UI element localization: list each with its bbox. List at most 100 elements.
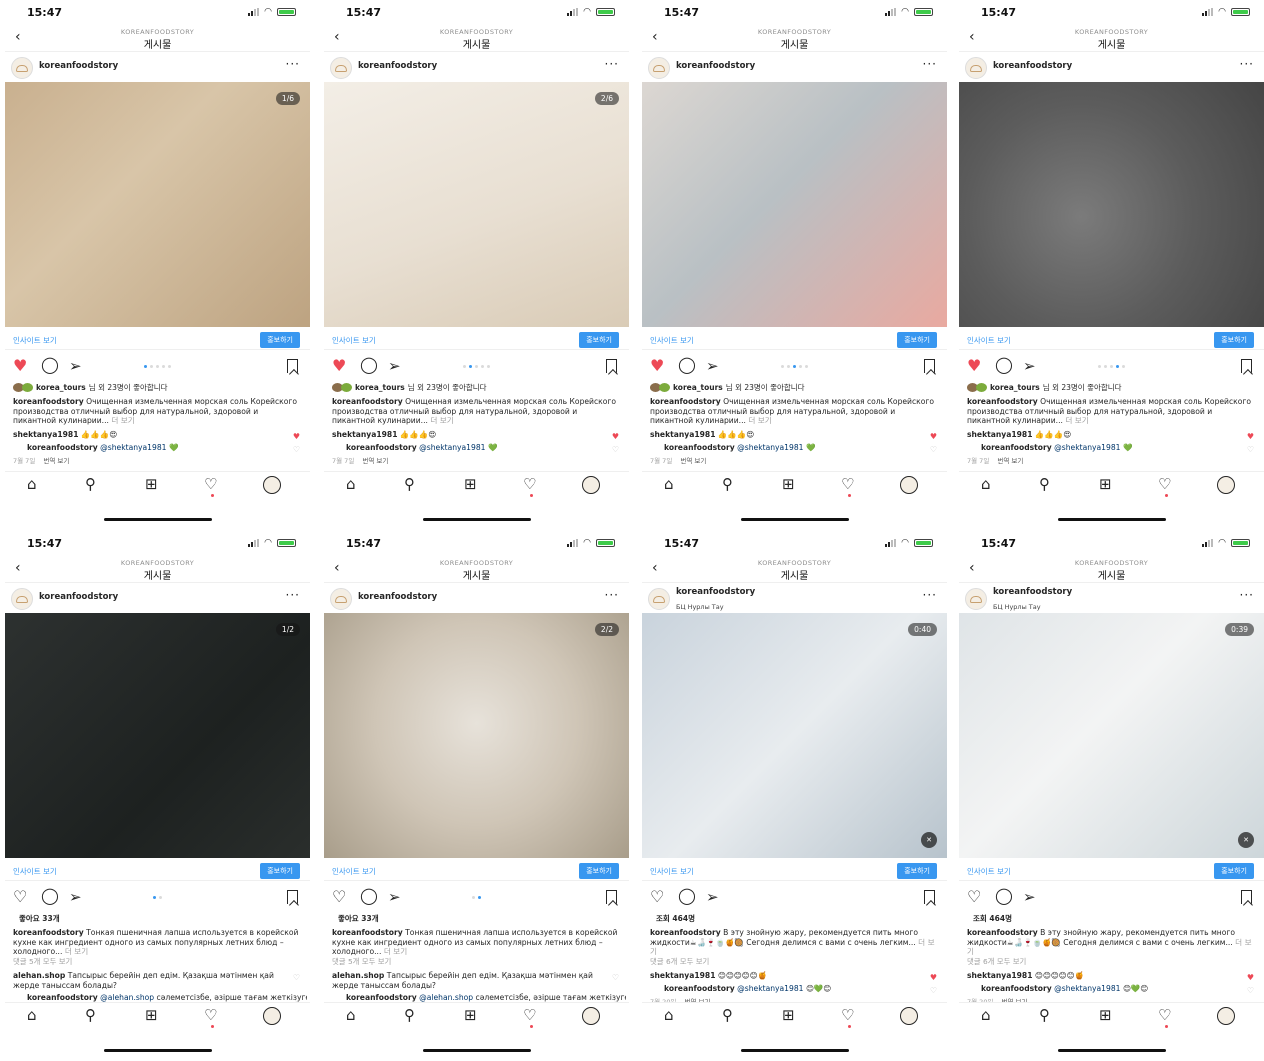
home-icon[interactable]: ⌂: [981, 477, 991, 492]
heart-icon[interactable]: ♡: [650, 889, 664, 905]
bookmark-icon[interactable]: [924, 890, 935, 904]
post-username[interactable]: koreanfoodstory: [993, 587, 1072, 597]
profile-icon[interactable]: [582, 1007, 600, 1025]
caption-more-link[interactable]: 더 보기: [384, 947, 407, 956]
search-icon[interactable]: ⚲: [85, 1008, 96, 1023]
more-options-icon[interactable]: ···: [1240, 57, 1254, 71]
comment-like-icon[interactable]: ♥: [1247, 973, 1254, 982]
home-icon[interactable]: ⌂: [664, 1008, 674, 1023]
home-icon[interactable]: ⌂: [27, 477, 37, 492]
caption-username[interactable]: koreanfoodstory: [967, 928, 1038, 937]
reply-mention[interactable]: @shektanya1981: [100, 443, 166, 452]
more-options-icon[interactable]: ···: [923, 57, 937, 71]
promote-button[interactable]: 홍보하기: [579, 863, 619, 879]
home-icon[interactable]: ⌂: [664, 477, 674, 492]
caption-more-link[interactable]: 더 보기: [748, 416, 771, 425]
translate-link[interactable]: 번역 보기: [680, 457, 706, 465]
bookmark-icon[interactable]: [606, 359, 617, 373]
promote-button[interactable]: 홍보하기: [260, 863, 300, 879]
comment-icon[interactable]: ◯: [995, 888, 1013, 904]
bookmark-icon[interactable]: [287, 359, 298, 373]
post-username[interactable]: koreanfoodstory: [993, 61, 1072, 71]
caption-username[interactable]: koreanfoodstory: [650, 928, 721, 937]
comment-icon[interactable]: ◯: [678, 888, 696, 904]
reply-mention[interactable]: @shektanya1981: [737, 984, 803, 993]
avatar[interactable]: [965, 588, 987, 610]
bookmark-icon[interactable]: [287, 890, 298, 904]
profile-icon[interactable]: [263, 476, 281, 494]
likes-user[interactable]: korea_tours: [990, 383, 1040, 392]
likes-line[interactable]: korea_tours 님 외 23명이 좋아합니다: [650, 382, 940, 393]
post-photo[interactable]: 2/2: [324, 613, 629, 858]
likes-user[interactable]: korea_tours: [355, 383, 405, 392]
search-icon[interactable]: ⚲: [404, 477, 415, 492]
avatar[interactable]: [11, 588, 33, 610]
likes-count[interactable]: 좋아요 33개: [19, 913, 60, 924]
caption-username[interactable]: koreanfoodstory: [332, 397, 403, 406]
post-username[interactable]: koreanfoodstory: [676, 587, 755, 597]
caption-username[interactable]: koreanfoodstory: [967, 397, 1038, 406]
add-icon[interactable]: ⊞: [1099, 477, 1112, 492]
post-photo[interactable]: 1/2: [5, 613, 310, 858]
reply-mention[interactable]: @shektanya1981: [737, 443, 803, 452]
add-icon[interactable]: ⊞: [145, 1008, 158, 1023]
caption-username[interactable]: koreanfoodstory: [13, 928, 84, 937]
share-icon[interactable]: ➢: [706, 889, 719, 905]
view-all-comments-link[interactable]: 댓글 6개 모두 보기: [650, 957, 940, 967]
activity-heart-icon[interactable]: ♡: [523, 477, 536, 492]
likes-count[interactable]: 좋아요 33개: [338, 913, 379, 924]
post-location[interactable]: БЦ Нурлы Тау: [676, 603, 724, 611]
activity-heart-icon[interactable]: ♡: [1158, 477, 1171, 492]
translate-link[interactable]: 번역 보기: [362, 457, 388, 465]
promote-button[interactable]: 홍보하기: [897, 332, 937, 348]
bookmark-icon[interactable]: [924, 359, 935, 373]
caption-username[interactable]: koreanfoodstory: [650, 397, 721, 406]
add-icon[interactable]: ⊞: [464, 477, 477, 492]
post-photo[interactable]: 1/6: [5, 82, 310, 327]
activity-heart-icon[interactable]: ♡: [841, 477, 854, 492]
profile-icon[interactable]: [900, 1007, 918, 1025]
view-insights-link[interactable]: 인사이트 보기: [13, 866, 57, 877]
profile-icon[interactable]: [582, 476, 600, 494]
add-icon[interactable]: ⊞: [782, 477, 795, 492]
more-options-icon[interactable]: ···: [605, 57, 619, 71]
promote-button[interactable]: 홍보하기: [1214, 863, 1254, 879]
likes-line[interactable]: 좋아요 33개: [13, 913, 303, 924]
caption-more-link[interactable]: 더 보기: [65, 947, 88, 956]
profile-icon[interactable]: [1217, 1007, 1235, 1025]
post-location[interactable]: БЦ Нурлы Тау: [993, 603, 1041, 611]
reply-like-icon[interactable]: ♡: [930, 445, 937, 454]
activity-heart-icon[interactable]: ♡: [204, 477, 217, 492]
more-options-icon[interactable]: ···: [923, 588, 937, 602]
view-insights-link[interactable]: 인사이트 보기: [967, 866, 1011, 877]
avatar[interactable]: [11, 57, 33, 79]
promote-button[interactable]: 홍보하기: [579, 332, 619, 348]
reply-username[interactable]: koreanfoodstory: [664, 984, 735, 993]
profile-icon[interactable]: [1217, 476, 1235, 494]
avatar[interactable]: [330, 57, 352, 79]
activity-heart-icon[interactable]: ♡: [523, 1008, 536, 1023]
add-icon[interactable]: ⊞: [782, 1008, 795, 1023]
likes-count[interactable]: 조회 464명: [656, 913, 695, 924]
activity-heart-icon[interactable]: ♡: [841, 1008, 854, 1023]
activity-heart-icon[interactable]: ♡: [1158, 1008, 1171, 1023]
reply-like-icon[interactable]: ♡: [293, 445, 300, 454]
reply-like-icon[interactable]: ♡: [930, 986, 937, 995]
comment-username[interactable]: alehan.shop: [13, 971, 65, 980]
comment-like-icon[interactable]: ♡: [293, 973, 300, 982]
more-options-icon[interactable]: ···: [286, 588, 300, 602]
search-icon[interactable]: ⚲: [85, 477, 96, 492]
post-photo[interactable]: [642, 82, 947, 327]
search-icon[interactable]: ⚲: [404, 1008, 415, 1023]
view-insights-link[interactable]: 인사이트 보기: [332, 335, 376, 346]
search-icon[interactable]: ⚲: [722, 477, 733, 492]
translate-link[interactable]: 번역 보기: [43, 457, 69, 465]
comment-like-icon[interactable]: ♡: [612, 973, 619, 982]
profile-icon[interactable]: [263, 1007, 281, 1025]
avatar[interactable]: [330, 588, 352, 610]
post-username[interactable]: koreanfoodstory: [39, 61, 118, 71]
search-icon[interactable]: ⚲: [1039, 477, 1050, 492]
search-icon[interactable]: ⚲: [722, 1008, 733, 1023]
comment-like-icon[interactable]: ♥: [293, 432, 300, 441]
post-username[interactable]: koreanfoodstory: [358, 592, 437, 602]
